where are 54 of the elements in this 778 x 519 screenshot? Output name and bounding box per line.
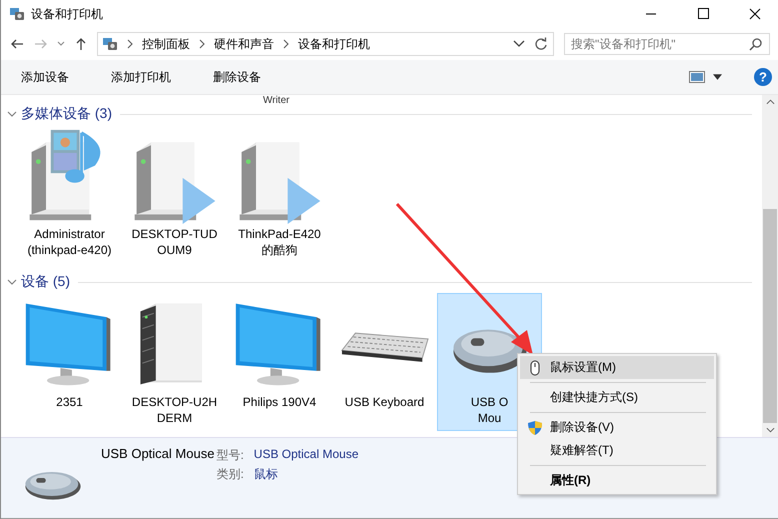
device-label: DESKTOP-U2H DERM xyxy=(132,394,218,426)
device-tile[interactable]: Philips 190V4 xyxy=(227,293,332,431)
breadcrumb[interactable]: 硬件和声音 xyxy=(214,36,274,52)
property-label: 型号: xyxy=(216,447,244,464)
property-value: 鼠标 xyxy=(254,466,279,483)
device-tile[interactable]: USB Keyboard xyxy=(332,293,437,431)
device-label: DESKTOP-TUD OUM9 xyxy=(132,226,218,258)
address-bar[interactable]: 控制面板 硬件和声音 设备和打印机 xyxy=(97,32,554,56)
control-panel-icon xyxy=(9,6,25,22)
menu-item[interactable]: 属性(R) xyxy=(520,469,714,492)
menu-item[interactable]: 疑难解答(T) xyxy=(520,439,714,462)
keyboard-icon xyxy=(340,332,428,363)
control-panel-icon xyxy=(102,36,118,52)
menu-item[interactable]: 鼠标设置(M) xyxy=(520,356,714,379)
chevron-icon xyxy=(198,39,206,49)
breadcrumb[interactable]: 设备和打印机 xyxy=(298,36,370,52)
refresh-icon[interactable] xyxy=(533,36,549,52)
property-label: 类别: xyxy=(216,466,244,483)
device-tile[interactable]: DESKTOP-U2H DERM xyxy=(122,293,227,431)
device-label: Writer xyxy=(263,95,290,106)
collapse-chevron-icon[interactable] xyxy=(7,277,17,287)
device-label: Administrator (thinkpad-e420) xyxy=(27,226,112,258)
dropdown-icon[interactable] xyxy=(713,74,722,80)
scroll-down-icon[interactable] xyxy=(766,427,774,433)
chevron-icon xyxy=(282,39,290,49)
device-label: ThinkPad-E420 的酷狗 xyxy=(238,226,321,258)
device-label: USB O Mou xyxy=(470,394,508,426)
device-tile[interactable]: DESKTOP-TUD OUM9 xyxy=(122,125,227,263)
breadcrumb[interactable]: 控制面板 xyxy=(142,36,190,52)
device-label: USB Keyboard xyxy=(344,394,424,410)
device-label: Philips 190V4 xyxy=(242,394,316,410)
device-tile[interactable]: 2351 xyxy=(17,293,122,431)
help-icon[interactable]: ? xyxy=(754,68,772,86)
dropdown-icon[interactable] xyxy=(513,40,525,48)
search-field[interactable]: 搜索"设备和打印机" xyxy=(564,33,770,55)
scrollbar[interactable] xyxy=(762,95,778,437)
toolbar-button[interactable]: 添加设备 xyxy=(11,64,79,90)
group-heading[interactable]: 多媒体设备 (3) xyxy=(21,105,112,123)
device-label: 2351 xyxy=(56,394,83,410)
toolbar-button[interactable]: 添加打印机 xyxy=(101,64,181,90)
group-heading[interactable]: 设备 (5) xyxy=(21,273,70,291)
property-value: USB Optical Mouse xyxy=(254,447,358,463)
toolbar-button[interactable]: 删除设备 xyxy=(203,64,271,90)
shield-icon xyxy=(527,420,543,436)
window-title: 设备和打印机 xyxy=(31,6,103,22)
chevron-icon xyxy=(126,39,134,49)
device-name: USB Optical Mouse xyxy=(101,446,214,461)
search-icon xyxy=(749,37,763,51)
recent-dropdown-icon[interactable] xyxy=(57,40,65,48)
view-options-icon[interactable] xyxy=(689,71,705,83)
scroll-up-icon[interactable] xyxy=(766,99,774,105)
device-tile[interactable]: ThinkPad-E420 的酷狗 xyxy=(227,125,332,263)
device-tile[interactable]: Administrator (thinkpad-e420) xyxy=(17,125,122,263)
collapse-chevron-icon[interactable] xyxy=(7,109,17,119)
